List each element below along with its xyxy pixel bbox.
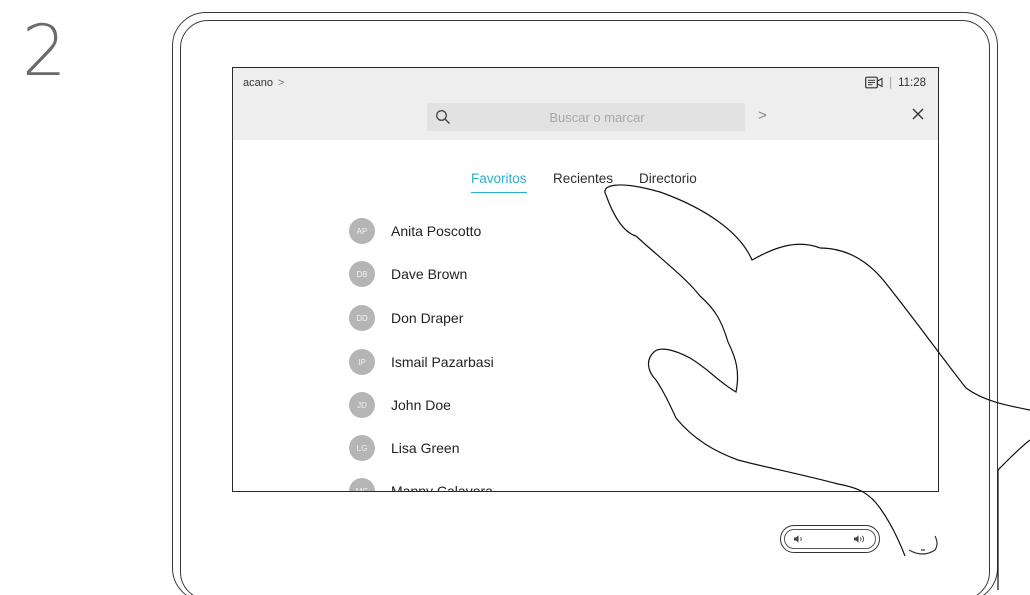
breadcrumb[interactable]: acano >: [243, 77, 284, 89]
breadcrumb-chevron: >: [278, 77, 285, 89]
contact-list-item[interactable]: JD John Doe: [349, 391, 649, 419]
avatar: AP: [349, 218, 375, 244]
tab-favoritos[interactable]: Favoritos: [471, 171, 527, 193]
avatar: IP: [349, 349, 375, 375]
volume-down-icon[interactable]: [793, 534, 805, 544]
dial-arrow-button[interactable]: >: [758, 107, 767, 124]
volume-up-icon[interactable]: [853, 534, 867, 544]
contact-list-item[interactable]: DD Don Draper: [349, 304, 649, 332]
camera-icon[interactable]: [865, 76, 883, 89]
contact-name: Lisa Green: [391, 440, 460, 456]
tutorial-illustration: 2 acano > | 11:28 Buscar o marcar > Favo…: [0, 0, 1030, 595]
status-area: | 11:28: [865, 76, 926, 89]
close-icon[interactable]: [912, 108, 924, 120]
contact-name: John Doe: [391, 397, 451, 413]
search-icon: [436, 110, 450, 124]
volume-control[interactable]: [780, 525, 880, 553]
home-icon[interactable]: [905, 528, 941, 558]
contact-list-item[interactable]: MC Manny Calavera: [349, 477, 649, 492]
contact-list-item[interactable]: LG Lisa Green: [349, 434, 649, 462]
touch-screen: acano > | 11:28 Buscar o marcar > Favori…: [232, 67, 939, 492]
avatar: DB: [349, 261, 375, 287]
breadcrumb-label: acano: [243, 77, 273, 89]
avatar: MC: [349, 478, 375, 491]
tab-recientes[interactable]: Recientes: [553, 171, 613, 192]
avatar: DD: [349, 305, 375, 331]
tab-directorio[interactable]: Directorio: [639, 171, 697, 192]
status-separator: |: [889, 76, 893, 89]
contact-list-item[interactable]: AP Anita Poscotto: [349, 217, 649, 245]
top-bar: acano > | 11:28 Buscar o marcar >: [233, 68, 938, 140]
contact-name: Don Draper: [391, 310, 464, 326]
contact-list-item[interactable]: DB Dave Brown: [349, 260, 649, 288]
contact-name: Ismail Pazarbasi: [391, 354, 494, 370]
directory-tabs: Favoritos Recientes Directorio: [233, 171, 938, 195]
contact-name: Anita Poscotto: [391, 223, 482, 239]
contact-name: Manny Calavera: [391, 483, 493, 492]
step-number: 2: [22, 10, 67, 92]
search-input[interactable]: [457, 103, 737, 131]
avatar: LG: [349, 435, 375, 461]
search-box[interactable]: [427, 103, 745, 131]
contact-list-item[interactable]: IP Ismail Pazarbasi: [349, 348, 649, 376]
contact-name: Dave Brown: [391, 266, 468, 282]
clock: 11:28: [898, 76, 926, 89]
avatar: JD: [349, 392, 375, 418]
